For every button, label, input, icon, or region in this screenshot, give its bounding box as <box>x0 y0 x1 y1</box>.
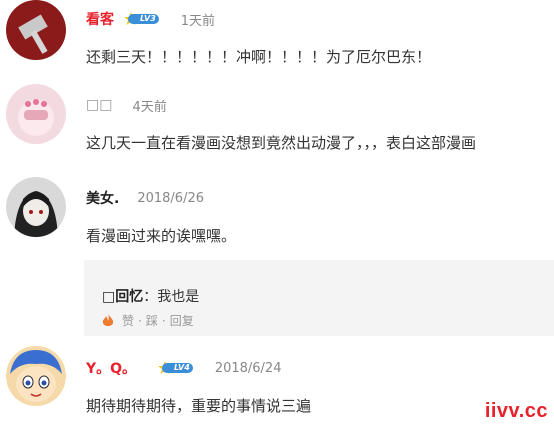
like-button[interactable]: 赞 <box>122 312 134 329</box>
reply-box: □回忆：我也是 赞 · 踩 · 回复 <box>84 260 554 336</box>
reply-text: 我也是 <box>157 289 200 305</box>
comment-meta: 美女. 2018/6/26 <box>86 188 204 208</box>
comment-text: 期待期待期待，重要的事情说三遍 <box>86 397 312 415</box>
level-badge: LV3 <box>124 12 159 26</box>
timestamp: 1天前 <box>180 13 216 29</box>
timestamp: 2018/6/24 <box>214 360 282 376</box>
comment-text: 还剩三天！！！！！！冲啊！！！！为了厄尔巴东！ <box>86 48 432 66</box>
step-button[interactable]: 踩 <box>146 312 158 329</box>
username[interactable]: 美女. <box>86 188 119 208</box>
comment-meta: Y。Q。 LV4 2018/6/24 <box>86 358 281 378</box>
reply-actions: 赞 · 踩 · 回复 <box>102 312 198 329</box>
watermark: iivv.cc <box>484 400 548 422</box>
comment-meta: □□ 4天前 <box>86 95 167 115</box>
flame-icon <box>102 313 114 326</box>
avatar[interactable] <box>6 346 66 406</box>
username[interactable]: Y。Q。 <box>86 358 136 378</box>
avatar[interactable] <box>6 0 66 60</box>
reply-button[interactable]: 回复 <box>170 312 194 329</box>
avatar[interactable] <box>6 177 66 237</box>
comment-meta: 看客 LV3 1天前 <box>86 9 215 29</box>
comment-text: 这几天一直在看漫画没想到竟然出动漫了，，，表白这部漫画 <box>86 134 477 152</box>
timestamp: 2018/6/26 <box>137 190 204 206</box>
level-badge: LV4 <box>158 361 193 375</box>
avatar[interactable] <box>6 84 66 144</box>
timestamp: 4天前 <box>132 99 167 115</box>
reply-content: □回忆：我也是 <box>102 289 200 305</box>
username[interactable]: □□ <box>86 97 112 113</box>
reply-username[interactable]: □回忆 <box>102 289 143 305</box>
comment-text: 看漫画过来的诶嘿嘿。 <box>86 227 237 245</box>
username[interactable]: 看客 <box>86 9 114 29</box>
